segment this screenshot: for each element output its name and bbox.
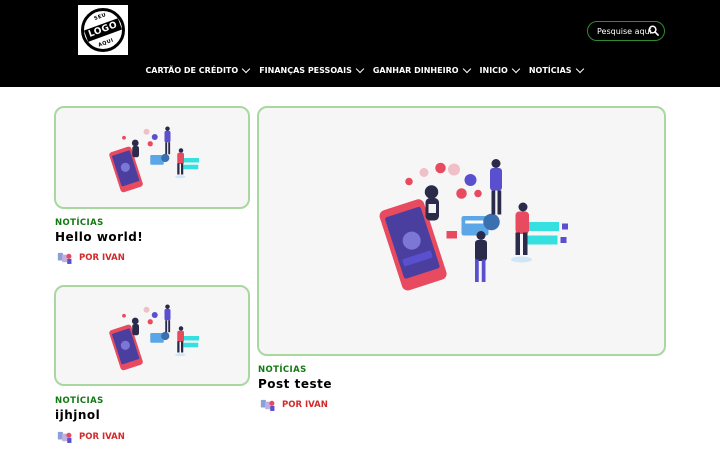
search-icon[interactable] <box>648 25 659 36</box>
social-media-illustration <box>109 126 199 193</box>
logo-badge: SEU LOGO AQUI <box>81 8 125 52</box>
nav-item-label: NOTÍCIAS <box>528 66 572 75</box>
chevron-down-icon <box>575 64 584 74</box>
post-category[interactable]: NOTÍCIAS <box>55 396 104 406</box>
social-media-illustration <box>109 304 199 371</box>
chevron-down-icon <box>511 64 521 74</box>
main-nav: CARTÃO DE CRÉDITO FINANÇAS PESSOAIS GANH… <box>0 64 720 75</box>
post-thumbnail-featured[interactable] <box>257 106 666 356</box>
nav-item-cartao-de-credito[interactable]: CARTÃO DE CRÉDITO <box>145 64 251 75</box>
post-thumbnail[interactable] <box>54 106 250 209</box>
nav-item-noticias[interactable]: NOTÍCIAS <box>528 64 584 75</box>
logo-main-text: LOGO <box>83 18 123 42</box>
post-title[interactable]: Hello world! <box>55 230 143 244</box>
author-name: POR IVAN <box>79 253 125 263</box>
site-header: SEU LOGO AQUI CARTÃO DE CRÉDITO FINANÇAS… <box>0 0 720 87</box>
chevron-down-icon <box>355 64 365 74</box>
site-logo[interactable]: SEU LOGO AQUI <box>78 5 128 55</box>
avatar <box>57 431 72 443</box>
post-author[interactable]: POR IVAN <box>57 430 125 444</box>
logo-top-text: SEU <box>93 12 108 22</box>
chevron-down-icon <box>462 64 471 74</box>
avatar <box>57 252 72 264</box>
search-box <box>587 21 665 41</box>
nav-item-label: FINANÇAS PESSOAIS <box>259 66 352 75</box>
nav-item-financas-pessoais[interactable]: FINANÇAS PESSOAIS <box>259 64 365 75</box>
post-category[interactable]: NOTÍCIAS <box>55 218 104 228</box>
social-media-illustration <box>379 159 568 291</box>
post-title[interactable]: Post teste <box>258 377 332 391</box>
author-name: POR IVAN <box>79 432 125 442</box>
author-name: POR IVAN <box>282 400 328 410</box>
nav-item-label: CARTÃO DE CRÉDITO <box>145 66 239 75</box>
post-author[interactable]: POR IVAN <box>57 251 125 265</box>
nav-item-ganhar-dinheiro[interactable]: GANHAR DINHEIRO <box>372 64 471 75</box>
post-category[interactable]: NOTÍCIAS <box>258 365 307 375</box>
nav-item-inicio[interactable]: INICIO <box>479 64 521 75</box>
chevron-down-icon <box>241 64 251 74</box>
post-title[interactable]: ijhjnol <box>55 408 100 422</box>
post-thumbnail[interactable] <box>54 285 250 386</box>
avatar <box>260 399 275 411</box>
post-author[interactable]: POR IVAN <box>260 398 328 412</box>
logo-bottom-text: AQUI <box>97 37 115 49</box>
nav-item-label: GANHAR DINHEIRO <box>372 66 459 75</box>
nav-item-label: INICIO <box>479 66 508 75</box>
search-input[interactable] <box>597 26 653 36</box>
